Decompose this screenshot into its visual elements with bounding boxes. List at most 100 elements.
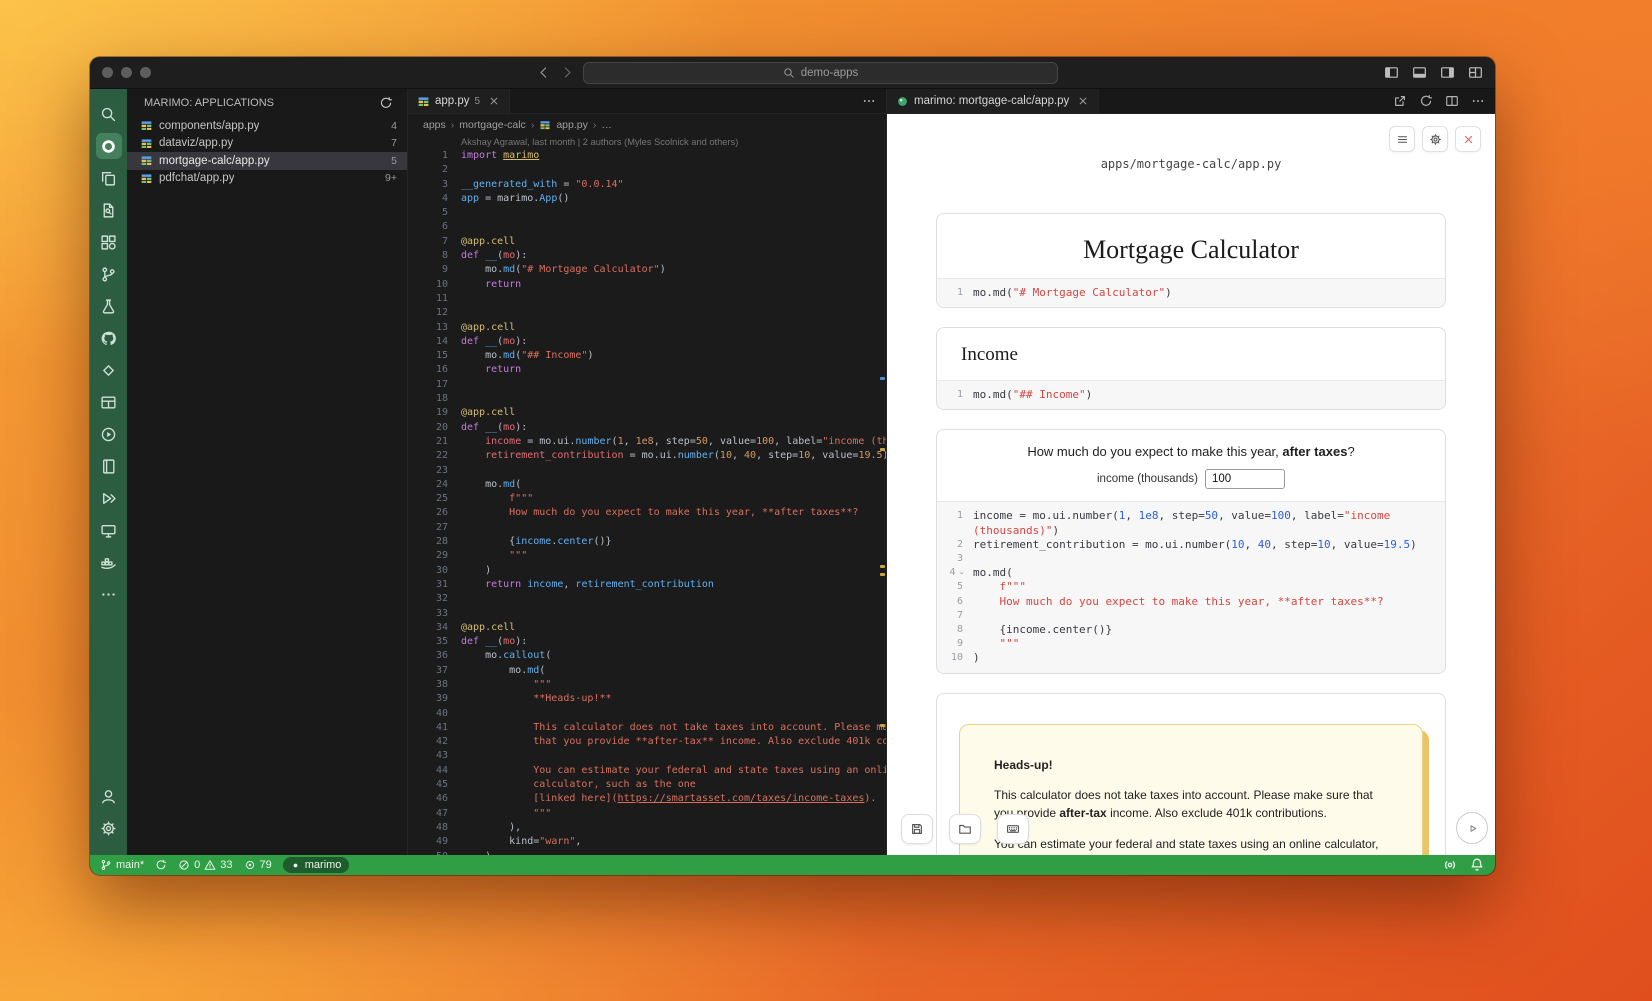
code-line: 37 mo.md( (408, 664, 886, 678)
search-icon (783, 67, 795, 79)
activity-item-diamond[interactable] (96, 357, 122, 383)
activity-item-file-search[interactable] (96, 197, 122, 223)
diamond-icon (100, 362, 117, 379)
code-line: 2retirement_contribution = mo.ui.number(… (947, 538, 1435, 552)
code-line: 1mo.md("# Mortgage Calculator") (947, 286, 1435, 300)
file-item[interactable]: dataviz/app.py7 (127, 135, 407, 153)
notifications-bell-icon[interactable] (1469, 857, 1485, 873)
history-forward-icon[interactable] (560, 65, 575, 80)
code-line: 9 """ (947, 637, 1435, 651)
history-back-icon[interactable] (536, 65, 551, 80)
refresh-icon[interactable] (379, 96, 393, 110)
tab-marimo-preview[interactable]: marimo: mortgage-calc/app.py (887, 89, 1099, 113)
file-grid-icon (140, 119, 153, 132)
app-menu-button[interactable] (1389, 126, 1415, 152)
code-line: 46 [linked here](https://smartasset.com/… (408, 792, 886, 806)
window-layout-icon (100, 394, 117, 411)
page-title: Mortgage Calculator (953, 235, 1429, 265)
code-line: 21 income = mo.ui.number(1, 1e8, step=50… (408, 435, 886, 449)
more-actions-icon[interactable] (862, 94, 876, 108)
marimo-status-badge[interactable]: marimo (283, 857, 350, 873)
activity-item-beaker[interactable] (96, 293, 122, 319)
app-shutdown-button[interactable] (1455, 126, 1481, 152)
reload-preview-icon[interactable] (1419, 94, 1433, 108)
activity-item-github[interactable] (96, 325, 122, 351)
tab-bar-left: app.py 5 (408, 89, 886, 114)
activity-item-container[interactable] (96, 549, 122, 575)
tab-label: app.py (435, 95, 470, 107)
activity-item-account[interactable] (96, 783, 122, 809)
code-line: 3__generated_with = "0.0.14" (408, 178, 886, 192)
zoom-button[interactable] (140, 67, 151, 78)
file-item[interactable]: components/app.py4 (127, 117, 407, 135)
badge-label: marimo (305, 859, 342, 871)
code-line: 31 return income, retirement_contributio… (408, 578, 886, 592)
play-icon (1466, 822, 1479, 835)
callout-title: Heads-up! (994, 757, 1388, 775)
income-input-row: income (thousands) (953, 469, 1429, 489)
breadcrumb-item[interactable]: app.py (556, 119, 588, 131)
toggle-secondary-sidebar-icon[interactable] (1440, 65, 1455, 80)
count-value: 79 (260, 859, 272, 871)
status-count[interactable]: 79 (244, 859, 272, 871)
code-line: 39 **Heads-up!** (408, 692, 886, 706)
gitlens-authors-codelens[interactable]: Akshay Agrawal, last month | 2 authors (… (408, 136, 886, 149)
activity-item-shapes[interactable] (96, 229, 122, 255)
activity-item-git-branch[interactable] (96, 261, 122, 287)
tab-app-py[interactable]: app.py 5 (408, 89, 510, 113)
directory-button[interactable] (949, 814, 981, 844)
code-line: 50 ) (408, 850, 886, 855)
close-tab-icon[interactable] (1077, 95, 1089, 107)
sync-changes-icon[interactable] (155, 859, 167, 871)
code-line: 3 (947, 552, 1435, 566)
cell-code[interactable]: 1mo.md("## Income") (937, 380, 1445, 409)
activity-item-copy-files[interactable] (96, 165, 122, 191)
open-in-browser-icon[interactable] (1393, 94, 1407, 108)
keyboard-shortcuts-button[interactable] (997, 814, 1029, 844)
split-editor-icon[interactable] (1445, 94, 1459, 108)
save-button[interactable] (901, 814, 933, 844)
cell-output: How much do you expect to make this year… (937, 430, 1445, 501)
fold-chevron-icon[interactable]: › (953, 571, 967, 576)
activity-item-window-layout[interactable] (96, 389, 122, 415)
activity-item-notebook[interactable] (96, 453, 122, 479)
code-line: 4›mo.md( (947, 566, 1435, 580)
remote-indicator-icon[interactable] (1442, 857, 1458, 873)
git-branch-status[interactable]: main* (100, 859, 144, 871)
code-editor[interactable]: Akshay Agrawal, last month | 2 authors (… (408, 136, 886, 855)
cell-code[interactable]: 1income = mo.ui.number(1, 1e8, step=50, … (937, 501, 1445, 672)
close-tab-icon[interactable] (488, 95, 500, 107)
activity-item-more[interactable] (96, 581, 122, 607)
toggle-panel-icon[interactable] (1412, 65, 1427, 80)
activity-item-settings-gear[interactable] (96, 815, 122, 841)
sidebar-header: MARIMO: APPLICATIONS (127, 89, 407, 117)
breadcrumb-item[interactable]: … (601, 119, 612, 131)
code-line: 5 (408, 206, 886, 220)
app-settings-button[interactable] (1422, 126, 1448, 152)
income-number-input[interactable] (1205, 469, 1285, 489)
activity-item-run-all[interactable] (96, 485, 122, 511)
breadcrumb: apps›mortgage-calc›app.py›… (408, 114, 886, 136)
command-center-search[interactable]: demo-apps (583, 62, 1058, 84)
customize-layout-icon[interactable] (1468, 65, 1483, 80)
cell-code[interactable]: 1mo.md("# Mortgage Calculator") (937, 278, 1445, 307)
problems-status[interactable]: 0 33 (178, 859, 232, 871)
activity-item-devices[interactable] (96, 517, 122, 543)
code-line: 11 (408, 292, 886, 306)
activity-item-search[interactable] (96, 101, 122, 127)
more-actions-icon[interactable] (1471, 94, 1485, 108)
activity-item-play-circle[interactable] (96, 421, 122, 447)
minimize-button[interactable] (121, 67, 132, 78)
folder-icon (958, 822, 972, 836)
toggle-primary-sidebar-icon[interactable] (1384, 65, 1399, 80)
beaker-icon (100, 298, 117, 315)
breadcrumb-item[interactable]: mortgage-calc (459, 119, 526, 131)
file-item[interactable]: mortgage-calc/app.py5 (127, 152, 407, 170)
breadcrumb-item[interactable]: apps (423, 119, 446, 131)
close-button[interactable] (102, 67, 113, 78)
branch-name: main* (116, 859, 144, 871)
code-line: 12 (408, 306, 886, 320)
file-item[interactable]: pdfchat/app.py9+ (127, 170, 407, 188)
run-cell-button[interactable] (1456, 812, 1488, 844)
activity-item-marimo-view[interactable] (96, 133, 122, 159)
